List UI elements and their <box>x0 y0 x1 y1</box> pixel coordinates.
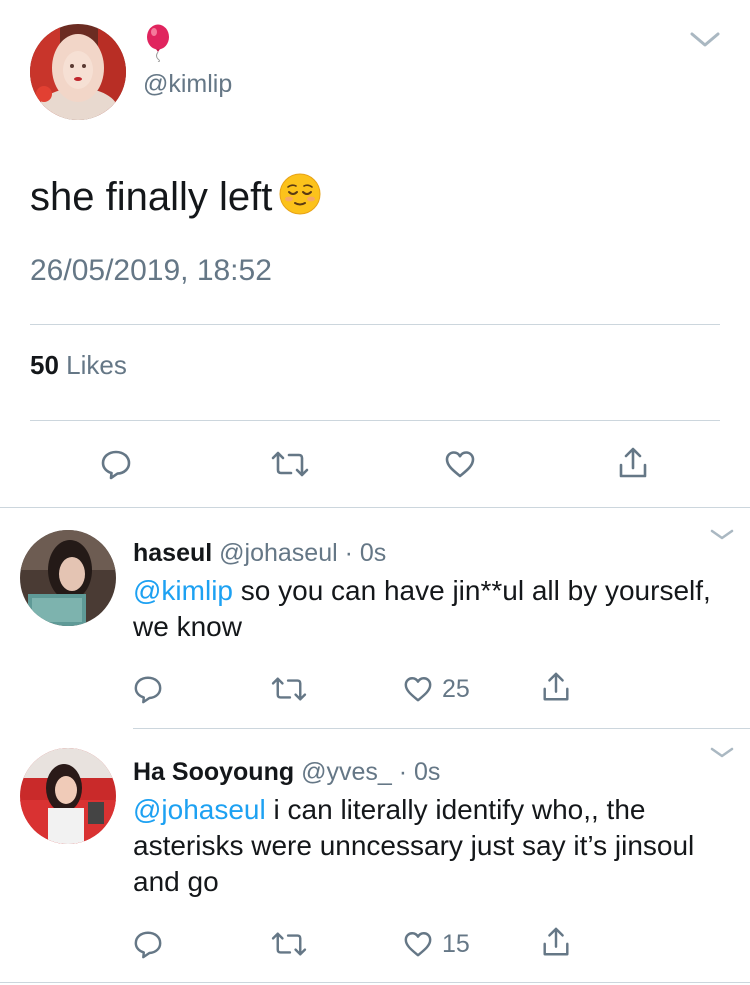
share-icon[interactable] <box>616 446 650 480</box>
avatar[interactable] <box>20 748 116 844</box>
likes-count[interactable]: 50 Likes <box>30 350 127 381</box>
like-count: 25 <box>442 675 470 703</box>
mention-link[interactable]: @kimlip <box>133 575 233 606</box>
reply-icon[interactable] <box>133 674 163 704</box>
like-icon[interactable] <box>444 448 476 480</box>
reply-author-name[interactable]: haseul <box>133 539 212 567</box>
divider <box>30 324 720 325</box>
reply-icon[interactable] <box>100 448 132 480</box>
reply-author-handle[interactable]: @johaseul <box>219 539 338 567</box>
reply-header: Ha Sooyoung @yves_ · 0s <box>133 758 440 787</box>
tweet-text-content: she finally left <box>30 175 273 219</box>
divider <box>133 728 750 729</box>
reply-author-name[interactable]: Ha Sooyoung <box>133 758 294 786</box>
tweet-text: she finally left <box>30 172 322 222</box>
chevron-down-icon[interactable] <box>708 744 736 762</box>
balloon-icon <box>143 24 173 62</box>
reply-author-handle[interactable]: @yves_ <box>301 758 392 786</box>
separator-dot: · <box>344 539 353 567</box>
like-count: 15 <box>442 930 470 958</box>
likes-number: 50 <box>30 350 59 380</box>
retweet-icon[interactable] <box>270 674 308 704</box>
divider <box>0 507 750 508</box>
retweet-icon[interactable] <box>270 929 308 959</box>
divider <box>30 420 720 421</box>
separator-dot: · <box>398 758 408 786</box>
avatar[interactable] <box>30 24 126 120</box>
reply-text: @johaseul i can literally identify who,,… <box>133 792 713 900</box>
share-icon[interactable] <box>540 926 572 958</box>
mention-link[interactable]: @johaseul <box>133 794 266 825</box>
reply-time: 0s <box>359 539 387 567</box>
like-icon[interactable] <box>403 929 433 959</box>
relieved-face-icon <box>278 172 322 216</box>
chevron-down-icon[interactable] <box>708 526 736 544</box>
chevron-down-icon[interactable] <box>688 26 722 52</box>
tweet-timestamp[interactable]: 26/05/2019, 18:52 <box>30 254 272 288</box>
reply-text: @kimlip so you can have jin**ul all by y… <box>133 573 713 645</box>
retweet-icon[interactable] <box>270 448 310 480</box>
avatar[interactable] <box>20 530 116 626</box>
reply-time: 0s <box>413 758 441 786</box>
reply-icon[interactable] <box>133 929 163 959</box>
author-handle[interactable]: @kimlip <box>143 70 232 99</box>
divider <box>0 982 750 983</box>
share-icon[interactable] <box>540 671 572 703</box>
likes-label: Likes <box>66 350 127 380</box>
like-icon[interactable] <box>403 674 433 704</box>
reply-header: haseul @johaseul · 0s <box>133 539 386 568</box>
